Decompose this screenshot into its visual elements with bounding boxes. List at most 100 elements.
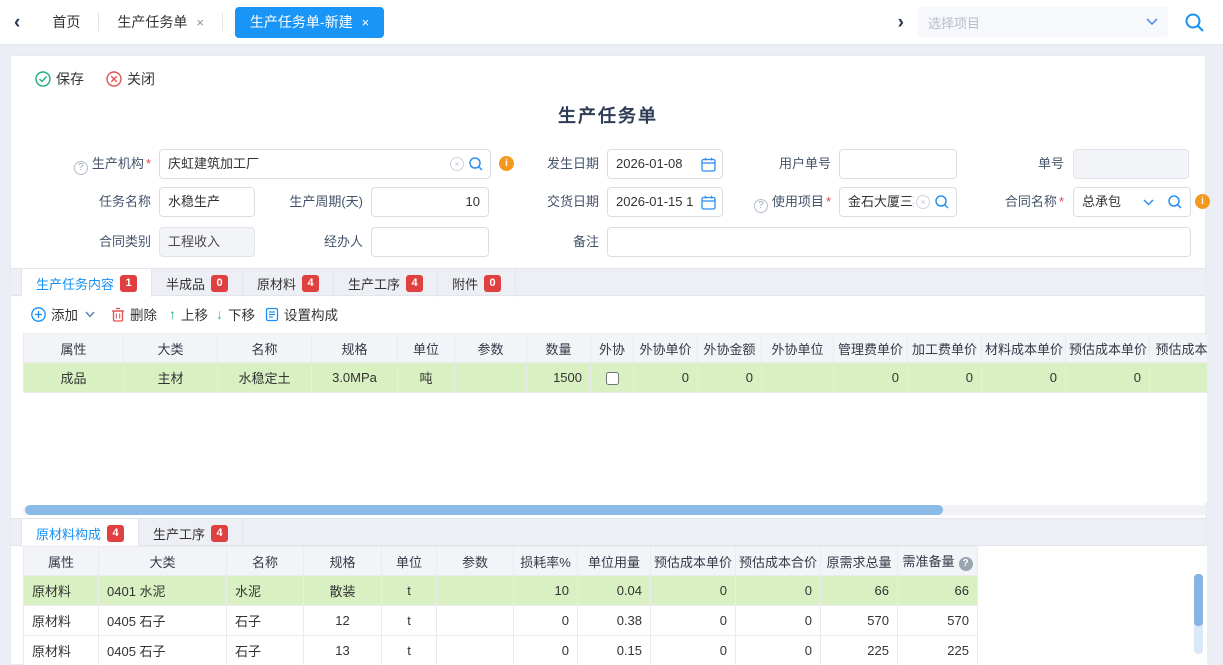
column-header[interactable]: 单位 (398, 334, 455, 363)
column-header[interactable]: 损耗率% (514, 547, 578, 576)
info-icon[interactable]: i (1195, 194, 1210, 209)
delivery-date-input[interactable]: 2026-01-15 1 (607, 187, 723, 217)
horizontal-scrollbar (23, 505, 1207, 515)
column-header[interactable]: 预估成本单价 (1066, 334, 1150, 363)
close-label: 关闭 (127, 69, 155, 89)
column-header[interactable]: 单位用量 (578, 547, 651, 576)
task-name-input[interactable]: 水稳生产 (159, 187, 255, 217)
column-header[interactable]: 材料成本单价 (982, 334, 1066, 363)
move-up-label: 上移 (181, 304, 208, 324)
table-row[interactable]: 原材料0401 水泥水泥散装t100.04006666 (24, 576, 978, 606)
move-down-button[interactable]: ↓ 下移 (216, 304, 255, 324)
column-header[interactable]: 管理费单价 (834, 334, 908, 363)
column-header[interactable]: 预估成本合价 (1150, 334, 1208, 363)
back-icon[interactable]: ‹ (14, 13, 20, 32)
column-header[interactable]: 需准备量? (898, 547, 978, 576)
column-header[interactable]: 外协金额 (698, 334, 762, 363)
tab-label: 生产工序 (153, 524, 205, 543)
column-header[interactable]: 名称 (227, 547, 304, 576)
column-header[interactable]: 参数 (455, 334, 527, 363)
tab-raw-material-composition[interactable]: 原材料构成 4 (21, 519, 139, 547)
column-header[interactable]: 外协单位 (762, 334, 834, 363)
help-icon[interactable]: ? (754, 199, 768, 213)
forward-icon[interactable]: › (898, 13, 904, 32)
move-up-button[interactable]: ↑ 上移 (169, 304, 208, 324)
clear-icon[interactable]: × (450, 157, 464, 171)
table-row[interactable]: 原材料0405 石子石子12t00.3800570570 (24, 606, 978, 636)
vertical-scrollbar-thumb[interactable] (1194, 574, 1203, 626)
column-header[interactable]: 参数 (437, 547, 514, 576)
tab-production-process[interactable]: 生产工序 4 (139, 519, 243, 547)
production-org-input[interactable]: 庆虹建筑加工厂 × (159, 149, 491, 179)
column-header[interactable]: 加工费单价 (908, 334, 982, 363)
issue-date-input[interactable]: 2026-01-08 (607, 149, 723, 179)
table-row[interactable]: 原材料0405 石子石子13t00.1500225225 (24, 636, 978, 665)
use-project-input[interactable]: 金石大厦三期 × (839, 187, 957, 217)
clear-icon[interactable]: × (916, 195, 930, 209)
doc-no-input (1073, 149, 1189, 179)
handler-label: 经办人 (243, 227, 363, 257)
table-cell: 225 (898, 636, 978, 665)
table-cell: 0 (1066, 363, 1150, 393)
column-header[interactable]: 原需求总量 (821, 547, 898, 576)
tab-label: 生产任务单-新建 (250, 12, 353, 32)
column-header[interactable]: 规格 (304, 547, 382, 576)
tab-raw-material[interactable]: 原材料 4 (243, 269, 334, 297)
cycle-days-input[interactable]: 10 (371, 187, 489, 217)
tab-production-task[interactable]: 生产任务单 × (99, 0, 222, 45)
set-composition-button[interactable]: 设置构成 (265, 304, 338, 324)
user-no-label: 用户单号 (713, 149, 831, 179)
column-header[interactable]: 属性 (24, 547, 99, 576)
tab-semi-finished[interactable]: 半成品 0 (152, 269, 243, 297)
column-header[interactable]: 单位 (382, 547, 437, 576)
user-no-input[interactable] (839, 149, 957, 179)
column-header[interactable]: 规格 (312, 334, 398, 363)
add-button[interactable]: 添加 (31, 304, 95, 324)
column-header[interactable]: 外协单价 (634, 334, 698, 363)
column-header[interactable]: 属性 (24, 334, 124, 363)
table-cell (437, 606, 514, 636)
close-icon[interactable]: × (196, 15, 204, 30)
column-header[interactable]: 名称 (218, 334, 312, 363)
contract-search-button[interactable] (1160, 187, 1191, 217)
column-header[interactable]: 大类 (124, 334, 218, 363)
handler-input[interactable] (371, 227, 489, 257)
column-header[interactable]: 外协 (591, 334, 634, 363)
table-cell: 原材料 (24, 636, 99, 665)
column-header[interactable]: 大类 (99, 547, 227, 576)
close-button[interactable]: 关闭 (106, 69, 155, 89)
table-cell: 0 (834, 363, 908, 393)
column-header[interactable]: 预估成本合价 (736, 547, 821, 576)
column-header[interactable]: 数量 (527, 334, 591, 363)
delivery-date-label: 交货日期 (481, 187, 599, 217)
table-cell: 0 (982, 363, 1066, 393)
table-cell: 66 (898, 576, 978, 606)
project-select[interactable]: 选择项目 (918, 7, 1168, 37)
set-composition-label: 设置构成 (284, 304, 338, 324)
help-icon[interactable]: ? (959, 557, 973, 571)
contract-name-select[interactable]: 总承包 (1073, 187, 1161, 217)
chevron-down-icon[interactable] (85, 311, 95, 318)
close-icon[interactable]: × (362, 15, 370, 30)
remark-input[interactable] (607, 227, 1191, 257)
tab-attachment[interactable]: 附件 0 (438, 269, 516, 297)
table-row[interactable]: 成品主材水稳定土3.0MPa吨1500000000 (24, 363, 1208, 393)
tab-home[interactable]: 首页 (34, 0, 98, 45)
horizontal-scrollbar-thumb[interactable] (25, 505, 943, 515)
table-cell: 12 (304, 606, 382, 636)
outsource-checkbox[interactable] (606, 372, 619, 385)
delete-button[interactable]: 删除 (111, 304, 157, 324)
table-cell: 主材 (124, 363, 218, 393)
search-icon[interactable] (1184, 12, 1205, 33)
save-button[interactable]: 保存 (35, 69, 84, 89)
arrow-up-icon: ↑ (169, 306, 176, 322)
tab-production-task-content[interactable]: 生产任务内容 1 (21, 269, 152, 297)
chevron-down-icon (1143, 199, 1154, 206)
help-icon[interactable]: ? (74, 161, 88, 175)
table-cell: 原材料 (24, 606, 99, 636)
tab-process[interactable]: 生产工序 4 (334, 269, 438, 297)
move-down-label: 下移 (228, 304, 255, 324)
tab-production-task-new[interactable]: 生产任务单-新建 × (235, 7, 384, 38)
main-table: 属性大类名称规格单位参数数量外协外协单价外协金额外协单位管理费单价加工费单价材料… (23, 333, 1207, 503)
column-header[interactable]: 预估成本单价 (651, 547, 736, 576)
